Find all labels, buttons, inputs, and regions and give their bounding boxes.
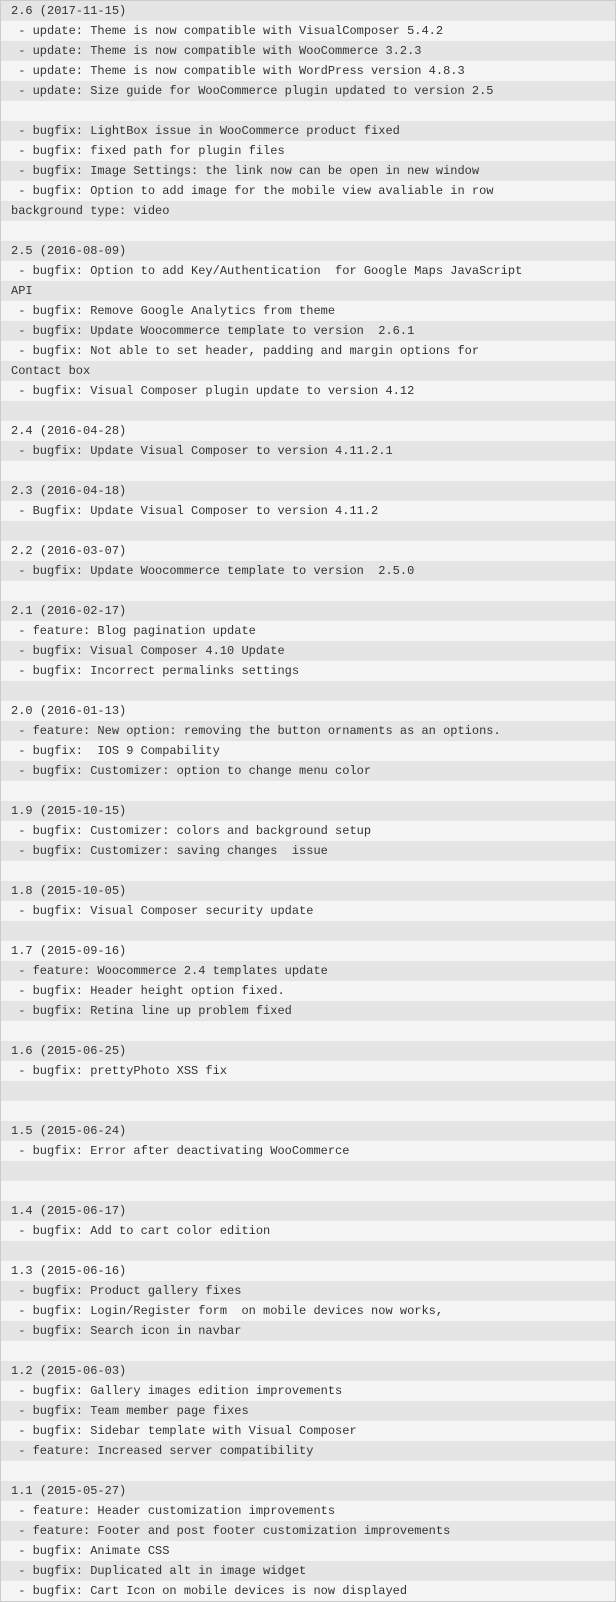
changelog-line: - bugfix: Image Settings: the link now c… [1, 161, 615, 181]
changelog-line: - bugfix: Header height option fixed. [1, 981, 615, 1001]
changelog-line: - feature: New option: removing the butt… [1, 721, 615, 741]
changelog-line: 2.5 (2016-08-09) [1, 241, 615, 261]
changelog-line: - bugfix: Not able to set header, paddin… [1, 341, 615, 361]
changelog-line: 2.3 (2016-04-18) [1, 481, 615, 501]
changelog-line: - bugfix: Update Woocommerce template to… [1, 321, 615, 341]
changelog-line: - bugfix: Search icon in navbar [1, 1321, 615, 1341]
changelog-container: 2.6 (2017-11-15) - update: Theme is now … [0, 0, 616, 1602]
changelog-line: - bugfix: Visual Composer 4.10 Update [1, 641, 615, 661]
changelog-line: - feature: Increased server compatibilit… [1, 1441, 615, 1461]
changelog-line [1, 861, 615, 881]
changelog-line [1, 1241, 615, 1261]
changelog-line: - bugfix: IOS 9 Compability [1, 741, 615, 761]
changelog-line [1, 921, 615, 941]
changelog-line: - bugfix: Remove Google Analytics from t… [1, 301, 615, 321]
changelog-line: - bugfix: Customizer: option to change m… [1, 761, 615, 781]
changelog-line: - bugfix: Visual Composer plugin update … [1, 381, 615, 401]
changelog-line [1, 1341, 615, 1361]
changelog-line: - feature: Footer and post footer custom… [1, 1521, 615, 1541]
changelog-line: - bugfix: Gallery images edition improve… [1, 1381, 615, 1401]
changelog-line [1, 1081, 615, 1101]
changelog-line [1, 1101, 615, 1121]
changelog-line [1, 1181, 615, 1201]
changelog-line: - Bugfix: Update Visual Composer to vers… [1, 501, 615, 521]
changelog-line: - bugfix: Update Woocommerce template to… [1, 561, 615, 581]
changelog-line: - bugfix: Incorrect permalinks settings [1, 661, 615, 681]
changelog-line: - update: Theme is now compatible with W… [1, 41, 615, 61]
changelog-line: - feature: Blog pagination update [1, 621, 615, 641]
changelog-line: 1.3 (2015-06-16) [1, 1261, 615, 1281]
changelog-line: 1.2 (2015-06-03) [1, 1361, 615, 1381]
changelog-line: - bugfix: Customizer: colors and backgro… [1, 821, 615, 841]
changelog-line: - bugfix: Login/Register form on mobile … [1, 1301, 615, 1321]
changelog-line: - update: Size guide for WooCommerce plu… [1, 81, 615, 101]
changelog-line [1, 101, 615, 121]
changelog-line [1, 401, 615, 421]
changelog-line: - feature: Header customization improvem… [1, 1501, 615, 1521]
changelog-line: 1.9 (2015-10-15) [1, 801, 615, 821]
changelog-line: - bugfix: Animate CSS [1, 1541, 615, 1561]
changelog-line: - bugfix: LightBox issue in WooCommerce … [1, 121, 615, 141]
changelog-line: 2.2 (2016-03-07) [1, 541, 615, 561]
changelog-line: - bugfix: Visual Composer security updat… [1, 901, 615, 921]
changelog-line [1, 681, 615, 701]
changelog-line [1, 221, 615, 241]
changelog-line: 1.6 (2015-06-25) [1, 1041, 615, 1061]
changelog-line: - bugfix: Option to add Key/Authenticati… [1, 261, 615, 281]
changelog-line: - bugfix: prettyPhoto XSS fix [1, 1061, 615, 1081]
changelog-line [1, 1161, 615, 1181]
changelog-line: 2.6 (2017-11-15) [1, 1, 615, 21]
changelog-line: API [1, 281, 615, 301]
changelog-line: 2.1 (2016-02-17) [1, 601, 615, 621]
changelog-line: background type: video [1, 201, 615, 221]
changelog-line: - bugfix: Duplicated alt in image widget [1, 1561, 615, 1581]
changelog-line [1, 1461, 615, 1481]
changelog-line: - update: Theme is now compatible with W… [1, 61, 615, 81]
changelog-line: - bugfix: Option to add image for the mo… [1, 181, 615, 201]
changelog-line [1, 581, 615, 601]
changelog-line [1, 461, 615, 481]
changelog-line: - bugfix: Error after deactivating WooCo… [1, 1141, 615, 1161]
changelog-line: - bugfix: Customizer: saving changes iss… [1, 841, 615, 861]
changelog-line: Contact box [1, 361, 615, 381]
changelog-line: - bugfix: Cart Icon on mobile devices is… [1, 1581, 615, 1601]
changelog-line: - feature: Woocommerce 2.4 templates upd… [1, 961, 615, 981]
changelog-line: - bugfix: fixed path for plugin files [1, 141, 615, 161]
changelog-line: - bugfix: Product gallery fixes [1, 1281, 615, 1301]
changelog-line: 1.1 (2015-05-27) [1, 1481, 615, 1501]
changelog-line: 1.8 (2015-10-05) [1, 881, 615, 901]
changelog-line: - bugfix: Retina line up problem fixed [1, 1001, 615, 1021]
changelog-line: 1.4 (2015-06-17) [1, 1201, 615, 1221]
changelog-line [1, 521, 615, 541]
changelog-line: - bugfix: Update Visual Composer to vers… [1, 441, 615, 461]
changelog-line [1, 1021, 615, 1041]
changelog-line: 2.0 (2016-01-13) [1, 701, 615, 721]
changelog-line: - bugfix: Team member page fixes [1, 1401, 615, 1421]
changelog-line [1, 781, 615, 801]
changelog-line: - bugfix: Sidebar template with Visual C… [1, 1421, 615, 1441]
changelog-line: 2.4 (2016-04-28) [1, 421, 615, 441]
changelog-line: - bugfix: Add to cart color edition [1, 1221, 615, 1241]
changelog-line: - update: Theme is now compatible with V… [1, 21, 615, 41]
changelog-line: 1.5 (2015-06-24) [1, 1121, 615, 1141]
changelog-line: 1.7 (2015-09-16) [1, 941, 615, 961]
